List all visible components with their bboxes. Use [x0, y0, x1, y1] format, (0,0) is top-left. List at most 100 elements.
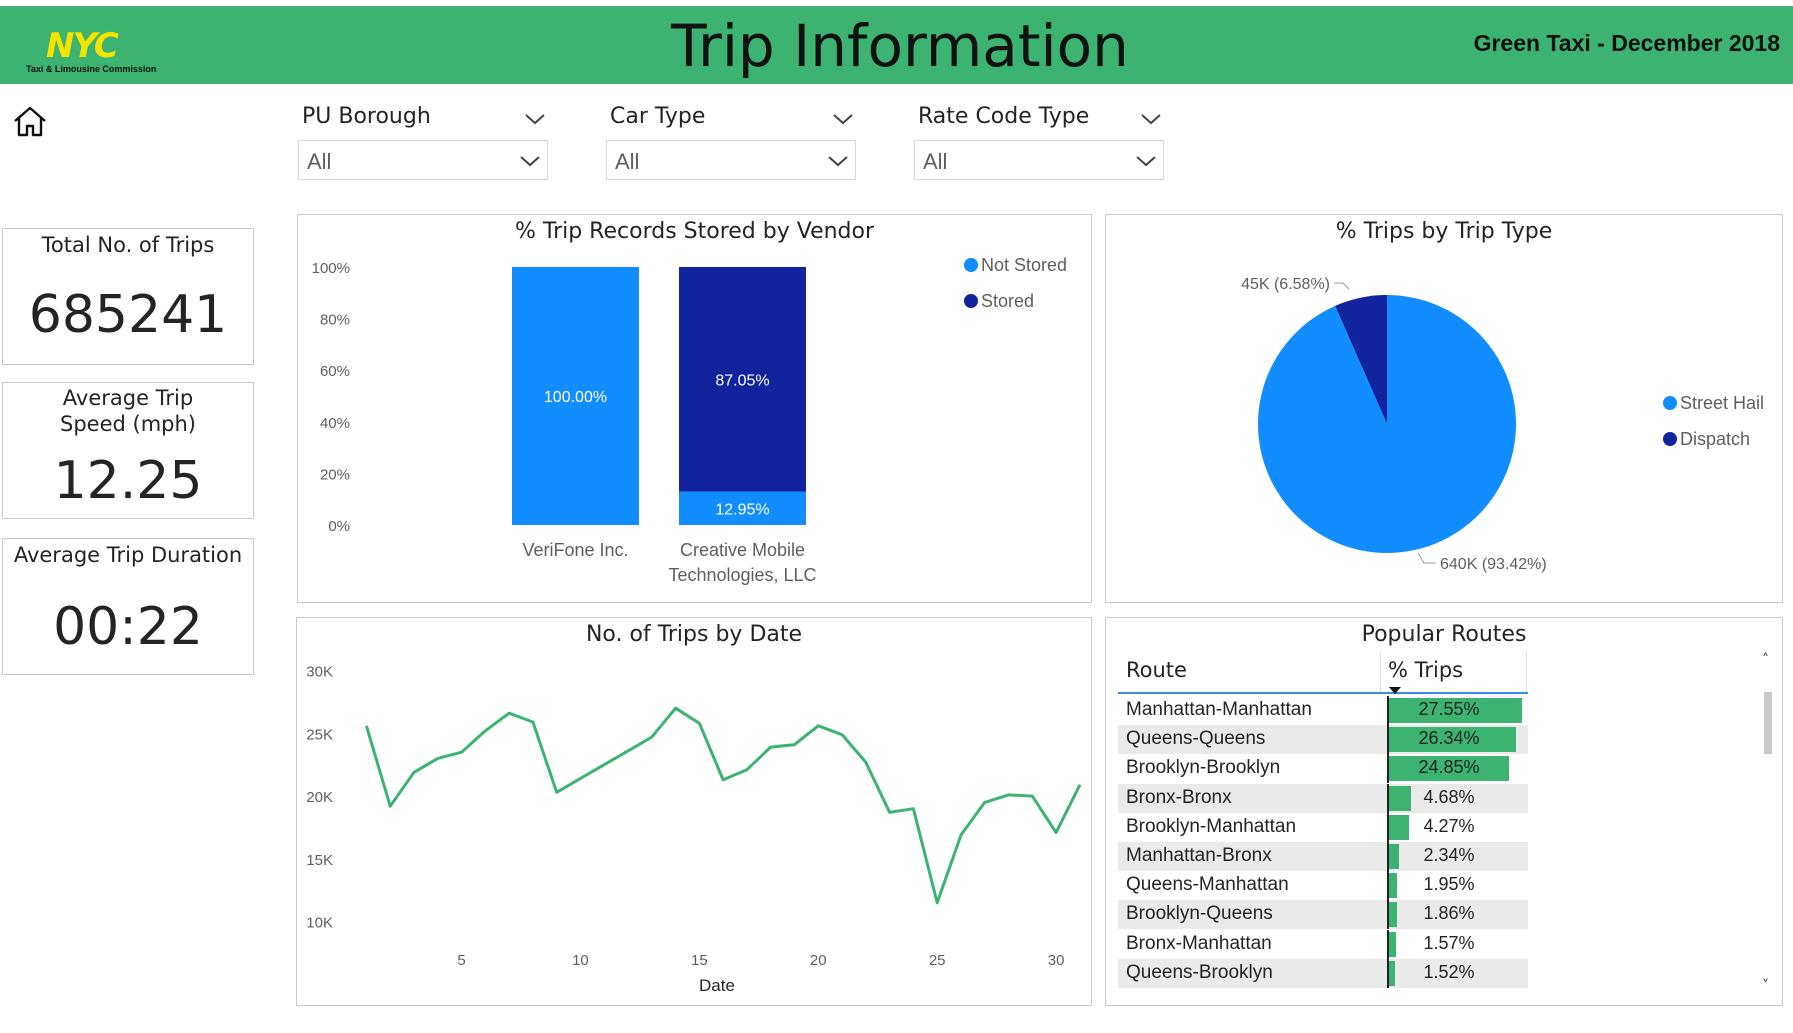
filter-dropdown[interactable]: All	[298, 140, 548, 180]
filter-header[interactable]: PU Borough	[298, 100, 558, 136]
table-row[interactable]: Bronx-Bronx 4.68%	[1118, 783, 1528, 813]
y-tick-label: 20K	[306, 789, 333, 806]
vendor-chart-panel[interactable]: % Trip Records Stored by Vendor 0% 20% 40%…	[297, 214, 1092, 603]
y-tick-label: 10K	[306, 915, 333, 932]
logo-mark: NYC	[46, 26, 119, 66]
route-name: Brooklyn-Manhattan	[1126, 815, 1297, 837]
bar-data-label: 12.95%	[715, 501, 769, 518]
x-tick-label: 20	[810, 952, 827, 969]
table-row[interactable]: Queens-Queens 26.34%	[1118, 725, 1528, 755]
pie-data-label: 45K (6.58%)	[1241, 276, 1330, 293]
report-subtitle: Green Taxi - December 2018	[1473, 30, 1780, 56]
chevron-down-icon	[828, 156, 848, 167]
table-row[interactable]: Manhattan-Bronx 2.34%	[1118, 842, 1528, 871]
routes-title: Popular Routes	[1361, 622, 1527, 647]
route-name: Queens-Queens	[1126, 728, 1266, 750]
filter-dropdown[interactable]: All	[606, 140, 856, 180]
x-category-label: VeriFone Inc.	[522, 540, 628, 560]
table-row[interactable]: Bronx-Manhattan 1.57%	[1118, 929, 1528, 959]
trips-line	[364, 706, 1082, 905]
kpi-title: Total No. of Trips	[41, 233, 215, 257]
route-name: Brooklyn-Queens	[1126, 903, 1273, 925]
x-tick-label: 5	[457, 952, 465, 969]
sort-descending-icon[interactable]	[1388, 686, 1402, 695]
scroll-down-icon[interactable]: ˅	[1762, 978, 1769, 994]
page-title: Trip Information	[671, 12, 1129, 80]
nyc-tlc-logo: NYC Taxi & Limousine Commission	[20, 22, 170, 82]
routes-panel: Popular Routes Route % Trips Manhattan-M…	[1105, 617, 1783, 1006]
legend-label: Stored	[981, 291, 1034, 311]
chevron-down-icon	[1136, 156, 1156, 167]
x-tick-label: 25	[929, 952, 946, 969]
date-chart[interactable]: 10K 15K 20K 25K 30K 5 10 15 20 25 30 Date	[297, 618, 1091, 1005]
filter-label: Rate Code Type	[918, 104, 1090, 129]
pie-leader-line	[1334, 282, 1350, 290]
table-row[interactable]: Brooklyn-Brooklyn 24.85%	[1118, 754, 1528, 784]
x-axis-title: Date	[699, 976, 735, 995]
trip-type-chart-panel[interactable]: % Trips by Trip Type 45K (6.58%) 640K (93…	[1105, 214, 1783, 603]
pct-trips-value: 2.34%	[1423, 845, 1475, 865]
kpi-value: 00:22	[53, 597, 203, 657]
home-icon	[14, 106, 46, 137]
table-row[interactable]: Brooklyn-Manhattan 4.27%	[1118, 812, 1528, 842]
filter-value: All	[615, 149, 640, 174]
y-tick-label: 30K	[306, 664, 333, 681]
scrollbar-thumb[interactable]	[1764, 692, 1772, 754]
table-row[interactable]: Brooklyn-Queens 1.86%	[1118, 900, 1528, 930]
pct-trips-value: 1.86%	[1423, 903, 1475, 924]
y-tick-label: 25K	[306, 726, 333, 743]
column-divider	[1526, 652, 1527, 692]
kpi-card-total-trips: Total No. of Trips 685241	[2, 228, 254, 365]
legend-marker	[964, 294, 978, 308]
kpi-value: 12.25	[53, 451, 203, 511]
y-tick-label: 60%	[320, 363, 350, 380]
y-tick-label: 100%	[312, 260, 350, 277]
filter-label: PU Borough	[302, 104, 431, 129]
pct-trips-value: 26.34%	[1418, 728, 1480, 749]
legend-marker	[964, 258, 978, 272]
home-button[interactable]	[12, 104, 48, 140]
table-row[interactable]: Queens-Manhattan 1.95%	[1118, 871, 1528, 901]
pct-trips-value: 1.95%	[1423, 874, 1475, 895]
date-chart-panel[interactable]: No. of Trips by Date 10K 15K 20K 25K 30K 5 10 1…	[296, 617, 1092, 1006]
chevron-down-icon	[520, 156, 540, 167]
filter-dropdown[interactable]: All	[914, 140, 1164, 180]
y-tick-label: 20%	[320, 466, 350, 483]
trip-type-chart[interactable]: 45K (6.58%) 640K (93.42%) Street Hail Dispa…	[1106, 215, 1782, 602]
route-name: Queens-Brooklyn	[1126, 961, 1273, 983]
column-header-route[interactable]: Route	[1126, 658, 1187, 682]
route-name: Bronx-Manhattan	[1126, 932, 1272, 954]
legend-marker	[1663, 432, 1677, 446]
pie-data-label: 640K (93.42%)	[1440, 556, 1547, 573]
vendor-chart[interactable]: 0% 20% 40% 60% 80% 100% 100.00% 12.95% 87.05% Ver…	[298, 215, 1091, 602]
filter-header[interactable]: Car Type	[606, 100, 866, 136]
bar-data-label: 100.00%	[544, 389, 607, 406]
pct-trips-value: 1.52%	[1423, 961, 1475, 982]
y-tick-label: 40%	[320, 415, 350, 432]
filter-header[interactable]: Rate Code Type	[914, 100, 1174, 136]
chevron-down-icon[interactable]	[524, 112, 546, 126]
legend-label: Not Stored	[981, 255, 1067, 275]
pct-trips-value: 27.55%	[1418, 699, 1480, 719]
y-tick-label: 15K	[306, 852, 333, 869]
route-name: Manhattan-Manhattan	[1126, 699, 1312, 720]
pct-trips-value: 4.68%	[1423, 786, 1475, 807]
route-name: Brooklyn-Brooklyn	[1126, 757, 1281, 779]
column-divider	[1380, 652, 1381, 692]
chevron-down-icon[interactable]	[1140, 112, 1162, 126]
x-tick-label: 10	[572, 952, 589, 969]
pct-trips-value: 1.57%	[1423, 932, 1475, 953]
x-category-label: Creative Mobile Technologies, LLC	[668, 540, 816, 585]
legend-label: Street Hail	[1680, 393, 1764, 413]
chevron-down-icon[interactable]	[832, 112, 854, 126]
vertical-scrollbar[interactable]: ˄ ˅	[1760, 652, 1776, 997]
legend-marker	[1663, 396, 1677, 410]
table-row[interactable]: Manhattan-Manhattan 27.55%	[1118, 696, 1528, 725]
filter-value: All	[307, 149, 332, 174]
column-header-pct-trips[interactable]: % Trips	[1388, 658, 1463, 682]
pct-trips-value: 4.27%	[1423, 815, 1475, 836]
x-tick-label: 15	[691, 952, 708, 969]
table-row[interactable]: Queens-Brooklyn 1.52%	[1118, 958, 1528, 988]
kpi-card-avg-duration: Average Trip Duration 00:22	[2, 538, 254, 675]
scroll-up-icon[interactable]: ˄	[1762, 652, 1769, 668]
